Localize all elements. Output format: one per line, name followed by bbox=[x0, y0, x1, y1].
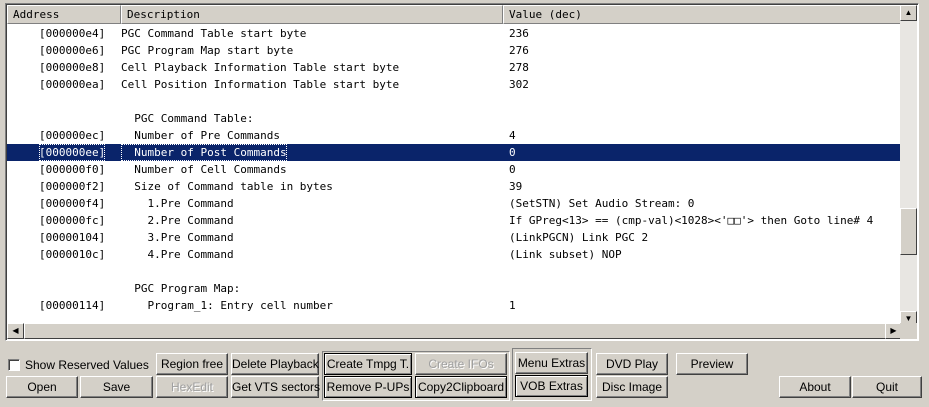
value-cell: 236 bbox=[509, 27, 529, 40]
hexedit-button[interactable]: HexEdit bbox=[156, 376, 228, 398]
address-cell: [000000ea] bbox=[39, 78, 106, 91]
address-cell: [0000010c] bbox=[39, 248, 106, 261]
table-row[interactable]: [000000ee] Number of Post Commands 0 bbox=[7, 144, 902, 161]
address-cell: [000000e4] bbox=[39, 27, 106, 40]
value-cell: 276 bbox=[509, 44, 529, 57]
description-cell: Number of Pre Commands bbox=[121, 129, 280, 142]
vob-extras-button[interactable]: VOB Extras bbox=[515, 375, 588, 397]
description-cell: Program_1: Entry cell number bbox=[121, 299, 333, 312]
address-cell: [00000104] bbox=[39, 231, 106, 244]
scrollbar-corner bbox=[900, 323, 917, 339]
address-cell: [00000114] bbox=[39, 299, 106, 312]
address-cell: [000000ec] bbox=[39, 129, 106, 142]
preview-button[interactable]: Preview bbox=[676, 353, 748, 375]
horizontal-scrollbar[interactable]: ◀ ▶ bbox=[7, 323, 902, 339]
table-row[interactable]: [000000ec] Number of Pre Commands 4 bbox=[7, 127, 902, 144]
table-row[interactable]: [00000114] Program_1: Entry cell number 1 bbox=[7, 297, 902, 314]
show-reserved-values-checkbox[interactable]: Show Reserved Values bbox=[8, 358, 149, 372]
table-row[interactable]: PGC Command Table: bbox=[7, 110, 902, 127]
address-cell: [000000f0] bbox=[39, 163, 106, 176]
table-row[interactable]: [00000104] 3.Pre Command (LinkPGCN) Link … bbox=[7, 229, 902, 246]
table-row[interactable]: [000000e8] Cell Playback Information Tabl… bbox=[7, 59, 902, 76]
value-cell: 302 bbox=[509, 78, 529, 91]
checkbox-label: Show Reserved Values bbox=[25, 358, 149, 372]
create-ifos-button[interactable]: Create IFOs bbox=[415, 353, 507, 375]
column-header-value[interactable]: Value (dec) bbox=[503, 5, 902, 24]
value-cell: 278 bbox=[509, 61, 529, 74]
value-cell: (SetSTN) Set Audio Stream: 0 bbox=[509, 197, 695, 210]
description-cell: PGC Program Map: bbox=[121, 282, 241, 295]
dvd-play-button[interactable]: DVD Play bbox=[596, 353, 668, 375]
table-row[interactable]: [000000f2] Size of Command table in byte… bbox=[7, 178, 902, 195]
address-cell: [000000e8] bbox=[39, 61, 106, 74]
table-row[interactable]: [000000ea] Cell Position Information Tabl… bbox=[7, 76, 902, 93]
column-header-description[interactable]: Description bbox=[121, 5, 503, 24]
description-cell: 1.Pre Command bbox=[121, 197, 234, 210]
description-cell: Number of Post Commands bbox=[121, 144, 287, 161]
table-row[interactable]: [000000e6] PGC Program Map start byte 276 bbox=[7, 42, 902, 59]
horizontal-scroll-thumb[interactable] bbox=[24, 323, 886, 339]
scroll-left-icon[interactable]: ◀ bbox=[7, 323, 24, 339]
table-row[interactable]: [000000f0] Number of Cell Commands 0 bbox=[7, 161, 902, 178]
table-row[interactable] bbox=[7, 93, 902, 110]
description-cell: Number of Cell Commands bbox=[121, 163, 287, 176]
column-header-address[interactable]: Address bbox=[7, 5, 121, 24]
vertical-scroll-thumb[interactable] bbox=[900, 208, 917, 255]
about-button[interactable]: About bbox=[779, 376, 851, 398]
description-cell: PGC Program Map start byte bbox=[121, 44, 294, 57]
table-row[interactable]: [000000fc] 2.Pre Command If GPreg<13> == … bbox=[7, 212, 902, 229]
table-row[interactable]: [000000e4] PGC Command Table start byte 23… bbox=[7, 25, 902, 42]
description-cell: PGC Command Table: bbox=[121, 112, 254, 125]
description-cell: Size of Command table in bytes bbox=[121, 180, 333, 193]
value-cell: (LinkPGCN) Link PGC 2 bbox=[509, 231, 649, 244]
listview-header: Address Description Value (dec) bbox=[7, 5, 902, 24]
description-cell: Cell Position Information Table start by… bbox=[121, 78, 400, 91]
save-button[interactable]: Save bbox=[80, 376, 153, 398]
description-cell: 2.Pre Command bbox=[121, 214, 234, 227]
table-row[interactable]: [0000010c] 4.Pre Command (Link subset) NO… bbox=[7, 246, 902, 263]
quit-button[interactable]: Quit bbox=[852, 376, 922, 398]
region-free-button[interactable]: Region free bbox=[156, 353, 228, 375]
description-cell: Cell Playback Information Table start by… bbox=[121, 61, 400, 74]
value-cell: 0 bbox=[509, 146, 516, 159]
table-row[interactable] bbox=[7, 263, 902, 280]
menu-extras-button[interactable]: Menu Extras bbox=[515, 352, 588, 374]
description-cell: 4.Pre Command bbox=[121, 248, 234, 261]
disc-image-button[interactable]: Disc Image bbox=[596, 376, 668, 398]
value-cell: 4 bbox=[509, 129, 516, 142]
value-cell: (Link subset) NOP bbox=[509, 248, 622, 261]
table-row[interactable]: PGC Program Map: bbox=[7, 280, 902, 297]
copy2clipboard-button[interactable]: Copy2Clipboard bbox=[415, 376, 507, 398]
address-cell: [000000f4] bbox=[39, 197, 106, 210]
scroll-up-icon[interactable]: ▲ bbox=[900, 5, 917, 21]
ifo-listview[interactable]: Address Description Value (dec) [000000e… bbox=[5, 3, 919, 341]
delete-playback-button[interactable]: Delete Playback bbox=[231, 353, 319, 375]
table-row[interactable]: [000000f4] 1.Pre Command (SetSTN) Set Aud… bbox=[7, 195, 902, 212]
open-button[interactable]: Open bbox=[6, 376, 78, 398]
address-cell: [000000f2] bbox=[39, 180, 106, 193]
get-vts-sectors-button[interactable]: Get VTS sectors bbox=[231, 376, 320, 398]
value-cell: 0 bbox=[509, 163, 516, 176]
create-tmpg-button[interactable]: Create Tmpg T. bbox=[324, 353, 412, 375]
address-cell: [000000ee] bbox=[39, 144, 106, 161]
address-cell: [000000e6] bbox=[39, 44, 106, 57]
value-cell: 1 bbox=[509, 299, 516, 312]
remove-pups-button[interactable]: Remove P-UPs bbox=[324, 376, 412, 398]
vertical-scrollbar[interactable]: ▲ ▼ bbox=[900, 5, 917, 327]
value-cell: 39 bbox=[509, 180, 523, 193]
value-cell: If GPreg<13> == (cmp-val)<1028><'□□'> th… bbox=[509, 214, 874, 227]
checkbox-box[interactable] bbox=[8, 359, 20, 371]
listview-rows: [000000e4] PGC Command Table start byte 23… bbox=[7, 25, 902, 328]
description-cell: 3.Pre Command bbox=[121, 231, 234, 244]
address-cell: [000000fc] bbox=[39, 214, 106, 227]
description-cell: PGC Command Table start byte bbox=[121, 27, 307, 40]
